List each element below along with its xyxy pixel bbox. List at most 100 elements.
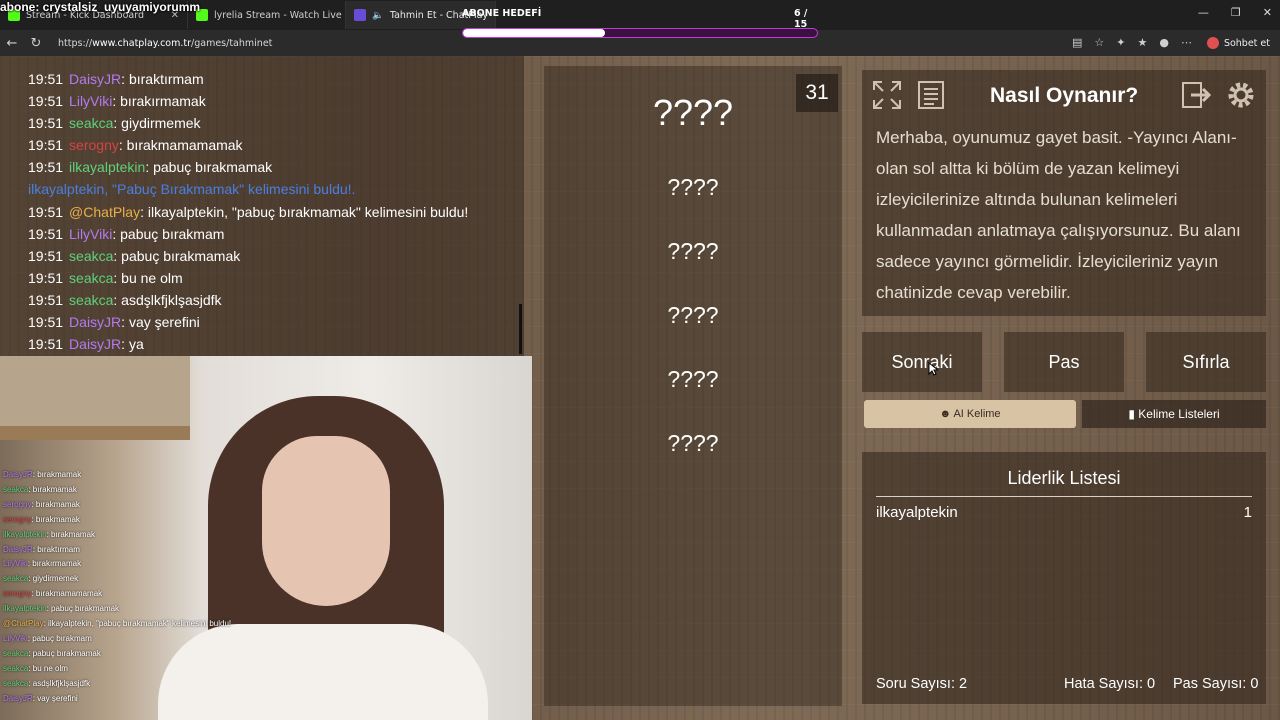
stream-chat-message: seakca: asdşlkfjklşasjdfk — [3, 677, 231, 692]
fullscreen-icon[interactable] — [870, 78, 904, 112]
chat-timestamp: 19:51 — [28, 336, 64, 353]
ai-word-button[interactable]: ☻ AI Kelime — [864, 400, 1076, 428]
reader-icon[interactable]: ▤ — [1072, 36, 1082, 49]
chat-username[interactable]: DaisyJR — [69, 314, 121, 330]
webcam-feed: DaisyJR: bırakmamak seakca: bırakmamak ser… — [0, 356, 532, 720]
more-icon[interactable]: ⋯ — [1181, 36, 1192, 49]
chat-message: 19:51 seakca: pabuç bırakmamak — [28, 245, 524, 267]
stream-chat-text: : vay şerefini — [32, 693, 78, 703]
chat-message: 19:51 DaisyJR: ya — [28, 333, 524, 355]
word-lists-button[interactable]: ▮ Kelime Listeleri — [1082, 400, 1266, 428]
chat-text: : bu ne olm — [113, 269, 183, 286]
chat-username[interactable]: DaisyJR — [69, 336, 121, 352]
chat-text: : bıraktırmam — [121, 71, 204, 87]
stream-chat-text: : pabuç bırakmamak — [28, 648, 101, 658]
url-prefix: https:// — [58, 38, 93, 49]
chat-message: 19:51 seakca: asdşlkfjklşasjdfk — [28, 289, 524, 311]
stream-chat-text: : bırakmamak — [31, 499, 80, 509]
favorites-icon[interactable]: ★ — [1138, 36, 1148, 49]
pass-button[interactable]: Pas — [1004, 332, 1124, 392]
forbidden-word: ???? — [667, 238, 719, 264]
chat-text: : bırakırmamak — [112, 93, 206, 110]
chat-timestamp: 19:51 — [28, 269, 64, 286]
list-icon: ▮ — [1128, 407, 1139, 421]
chat-message: 19:51 LilyViki: bırakırmamak — [28, 90, 524, 112]
chat-text: : pabuç bırakmamak — [113, 247, 241, 264]
chat-username[interactable]: seakca — [69, 270, 113, 286]
chat-system-message: ilkayalptekin, "Pabuç Bırakmamak" kelime… — [28, 181, 356, 198]
chat-timestamp: 19:51 — [28, 115, 64, 132]
stream-chat-text: : bırakırmamak — [27, 559, 82, 569]
stream-chat-username: DaisyJR — [3, 544, 33, 554]
document-icon[interactable] — [914, 78, 948, 112]
chat-username[interactable]: @ChatPlay — [69, 204, 140, 220]
settings-gear-icon[interactable] — [1224, 78, 1258, 112]
stream-chat-message: serogny: bırakmamak — [3, 513, 231, 528]
chat-message: 19:51 seakca: giydirmemek — [28, 112, 524, 134]
tab-kick-watch[interactable]: lyrelia Stream - Watch Live on Kick ✕ — [188, 1, 346, 29]
chat-username[interactable]: ilkayalptekin — [69, 159, 145, 175]
chat-username[interactable]: LilyViki — [69, 93, 112, 109]
stream-chat-message: ilkayalptekin: bırakmamak — [3, 528, 231, 543]
chat-message: 19:51 serogny: bırakmamamamak — [28, 134, 524, 156]
chatplay-icon — [354, 9, 366, 21]
chat-username[interactable]: DaisyJR — [69, 71, 121, 87]
chat-timestamp: 19:51 — [28, 203, 64, 220]
stream-chat-message: seakca: bırakmamak — [3, 483, 231, 498]
chat-username[interactable]: seakca — [69, 292, 113, 308]
leaderboard-divider — [876, 496, 1252, 497]
chat-username[interactable]: serogny — [69, 137, 119, 153]
stream-chat-username: serogny — [3, 589, 32, 599]
maximize-icon[interactable]: ❐ — [1231, 6, 1241, 19]
back-icon[interactable]: ← — [0, 36, 24, 51]
chat-username[interactable]: LilyViki — [69, 226, 112, 242]
chat-message: 19:51 LilyViki: pabuç bırakmam — [28, 223, 524, 245]
next-button[interactable]: Sonraki — [862, 332, 982, 392]
copilot-chat-button[interactable]: Sohbet et — [1206, 33, 1270, 53]
chat-text: : bırakmamamamak — [118, 137, 243, 154]
stream-chat-message: serogny: bırakmamamamak — [3, 587, 231, 602]
forbidden-word: ???? — [667, 174, 719, 200]
extensions-icon[interactable]: ✦ — [1116, 36, 1125, 49]
background-shelf — [0, 356, 190, 426]
exit-icon[interactable] — [1180, 78, 1214, 112]
speaker-icon[interactable]: 🔈 — [372, 10, 384, 21]
chat-timestamp: 19:51 — [28, 247, 64, 264]
chat-message: 19:51 seakca: bu ne olm — [28, 267, 524, 289]
stream-chat-username: serogny — [3, 499, 32, 509]
chat-message: 19:51 ilkayalptekin: pabuç bırakmamak — [28, 156, 524, 178]
reload-icon[interactable]: ↻ — [24, 36, 48, 51]
goal-label: ABONE HEDEFİ — [462, 8, 542, 19]
chat-scrollbar[interactable] — [519, 304, 522, 354]
minimize-icon[interactable]: — — [1198, 6, 1209, 19]
stream-overlay-title: abone: crystalsiz_uyuyamiyorumm — [0, 0, 201, 14]
chat-text: : ilkayalptekin, "pabuç bırakmamak" keli… — [140, 203, 469, 220]
leaderboard-title: Liderlik Listesi — [1007, 468, 1121, 488]
close-window-icon[interactable]: ✕ — [1263, 6, 1272, 19]
chat-text: : pabuç bırakmam — [112, 225, 225, 242]
ai-robot-icon: ☻ — [939, 408, 954, 420]
stream-chat-text: : bırakmamak — [31, 514, 80, 524]
stream-chat-username: @ChatPlay — [3, 619, 44, 629]
stream-chat-text: : ilkayalptekin, "pabuç bırakmamak" keli… — [43, 619, 232, 629]
stream-chat-message: ilkayalptekin: pabuç bırakmamak — [3, 602, 231, 617]
stream-chat-message: seakca: giydirmemek — [3, 572, 231, 587]
ai-word-label: AI Kelime — [953, 408, 1001, 420]
chat-text: : ya — [121, 336, 144, 353]
leaderboard-panel: Liderlik Listesi ilkayalptekin 1 Soru Sa… — [862, 452, 1266, 704]
chat-username[interactable]: seakca — [69, 115, 113, 131]
chat-text: : giydirmemek — [113, 115, 201, 132]
stream-chat-text: : bıraktırmam — [32, 544, 80, 554]
reset-button[interactable]: Sıfırla — [1146, 332, 1266, 392]
star-icon[interactable]: ☆ — [1094, 36, 1104, 49]
chat-timestamp: 19:51 — [28, 159, 64, 176]
leaderboard-player-name: ilkayalptekin — [876, 504, 958, 521]
word-column: ???? ???? ???? ???? ???? ???? — [544, 66, 842, 706]
goal-progress-fill — [463, 29, 605, 37]
stream-chat-text: : bırakmamak — [32, 470, 82, 479]
stream-chat-message: seakca: pabuç bırakmamak — [3, 647, 231, 662]
stream-chat-username: seakca — [3, 648, 29, 658]
chat-log: 19:51 DaisyJR: bıraktırmam 19:51 LilyViki: … — [0, 56, 524, 356]
chat-username[interactable]: seakca — [69, 248, 113, 264]
profile-icon[interactable]: ● — [1159, 36, 1169, 49]
